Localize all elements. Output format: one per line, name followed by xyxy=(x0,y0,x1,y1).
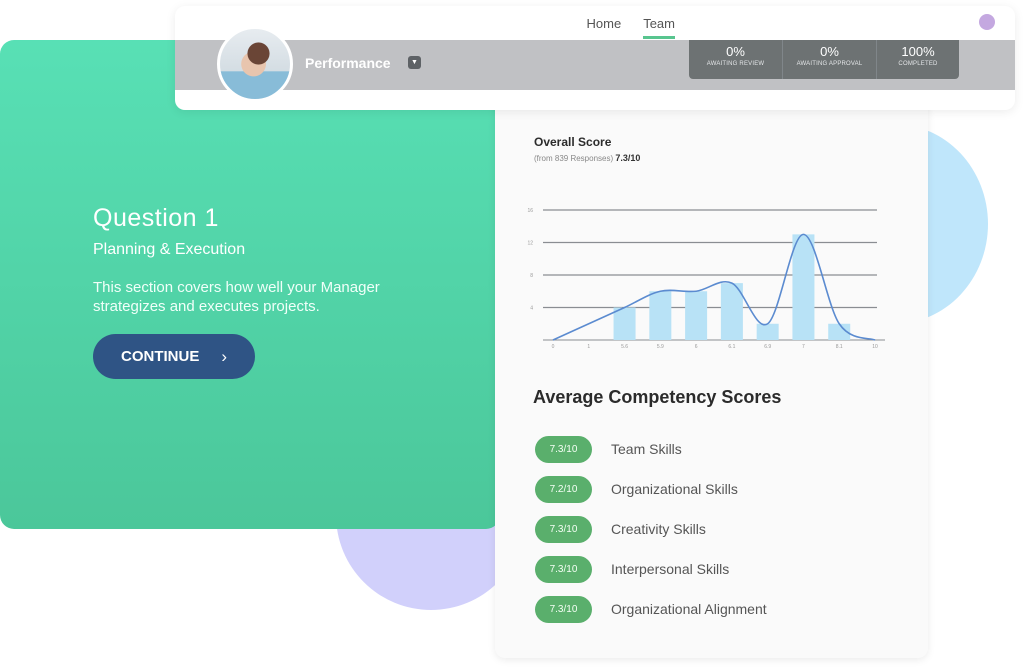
competency-row: 7.3/10 Creativity Skills xyxy=(535,509,767,549)
competency-score-badge: 7.3/10 xyxy=(535,595,592,623)
stat-label: AWAITING REVIEW xyxy=(706,61,765,67)
overall-score-title: Overall Score xyxy=(534,135,612,149)
continue-label: CONTINUE xyxy=(121,348,200,365)
competency-title: Average Competency Scores xyxy=(533,387,782,407)
competency-label: Team Skills xyxy=(611,441,682,457)
competency-label: Organizational Skills xyxy=(611,481,738,497)
y-tick-label: 4 xyxy=(530,306,533,312)
nav-item-team[interactable]: Team xyxy=(643,16,675,39)
section-label: Performance xyxy=(305,55,391,71)
competency-score-badge: 7.3/10 xyxy=(535,515,592,543)
status-stats: 0% AWAITING REVIEW 0% AWAITING APPROVAL … xyxy=(689,40,959,79)
bar xyxy=(613,307,636,340)
x-tick-label: 0 xyxy=(552,344,555,350)
x-tick-label: 6.9 xyxy=(764,344,771,350)
nav-item-home[interactable]: Home xyxy=(587,16,622,39)
question-description: This section covers how well your Manage… xyxy=(93,279,380,315)
bar xyxy=(756,323,779,340)
x-tick-label: 10 xyxy=(872,344,878,350)
stat-awaiting-approval: 0% AWAITING APPROVAL xyxy=(783,40,877,79)
competency-label: Interpersonal Skills xyxy=(611,561,730,577)
stat-label: AWAITING APPROVAL xyxy=(796,61,863,67)
bar xyxy=(649,291,672,340)
x-tick-label: 8.1 xyxy=(836,344,843,350)
x-tick-label: 7 xyxy=(802,344,805,350)
stat-awaiting-review: 0% AWAITING REVIEW xyxy=(689,40,783,79)
stat-value: 0% xyxy=(726,44,745,59)
competency-row: 7.2/10 Organizational Skills xyxy=(535,469,767,509)
question-title: Question 1 xyxy=(93,204,219,232)
competency-score-badge: 7.3/10 xyxy=(535,555,592,583)
caret-down-icon[interactable]: ▼ xyxy=(408,56,421,69)
question-subtitle: Planning & Execution xyxy=(93,241,246,258)
bar xyxy=(792,234,815,340)
competency-row: 7.3/10 Organizational Alignment xyxy=(535,589,767,629)
stat-value: 100% xyxy=(901,44,935,59)
competency-label: Creativity Skills xyxy=(611,521,706,537)
stat-value: 0% xyxy=(820,44,839,59)
y-tick-label: 16 xyxy=(527,208,533,214)
continue-button[interactable]: CONTINUE › xyxy=(93,334,255,379)
competency-score-badge: 7.2/10 xyxy=(535,475,592,503)
overall-score-subtitle: (from 839 Responses) 7.3/10 xyxy=(534,153,640,163)
avatar[interactable] xyxy=(217,26,293,102)
y-tick-label: 8 xyxy=(530,273,533,279)
x-tick-label: 6.1 xyxy=(728,344,735,350)
overall-score-value: 7.3/10 xyxy=(615,153,641,163)
bar xyxy=(685,291,708,340)
main-nav: Home Team xyxy=(587,16,675,39)
overall-score-chart: 4 8 12 16 0 1 5.6 5.9 6 6.1 6.9 7 8.1 10 xyxy=(527,208,885,350)
user-status-dot[interactable] xyxy=(979,14,995,30)
stat-completed: 100% COMPLETED xyxy=(877,40,959,79)
competency-label: Organizational Alignment xyxy=(611,601,767,617)
x-tick-label: 5.6 xyxy=(621,344,628,350)
competency-list: 7.3/10 Team Skills 7.2/10 Organizational… xyxy=(535,429,767,629)
y-tick-label: 12 xyxy=(527,241,533,247)
chevron-right-icon: › xyxy=(221,346,228,366)
x-tick-label: 6 xyxy=(695,344,698,350)
responses-count: (from 839 Responses) xyxy=(534,154,614,163)
competency-score-badge: 7.3/10 xyxy=(535,435,592,463)
x-tick-label: 5.9 xyxy=(657,344,664,350)
top-navigation-bar: Home Team Performance ▼ 0% AWAITING REVI… xyxy=(175,6,1015,110)
results-card: Overall Score (from 839 Responses) 7.3/1… xyxy=(495,95,928,658)
score-curve xyxy=(552,233,876,341)
stat-label: COMPLETED xyxy=(898,61,938,67)
competency-row: 7.3/10 Interpersonal Skills xyxy=(535,549,767,589)
x-tick-label: 1 xyxy=(587,344,590,350)
competency-row: 7.3/10 Team Skills xyxy=(535,429,767,469)
